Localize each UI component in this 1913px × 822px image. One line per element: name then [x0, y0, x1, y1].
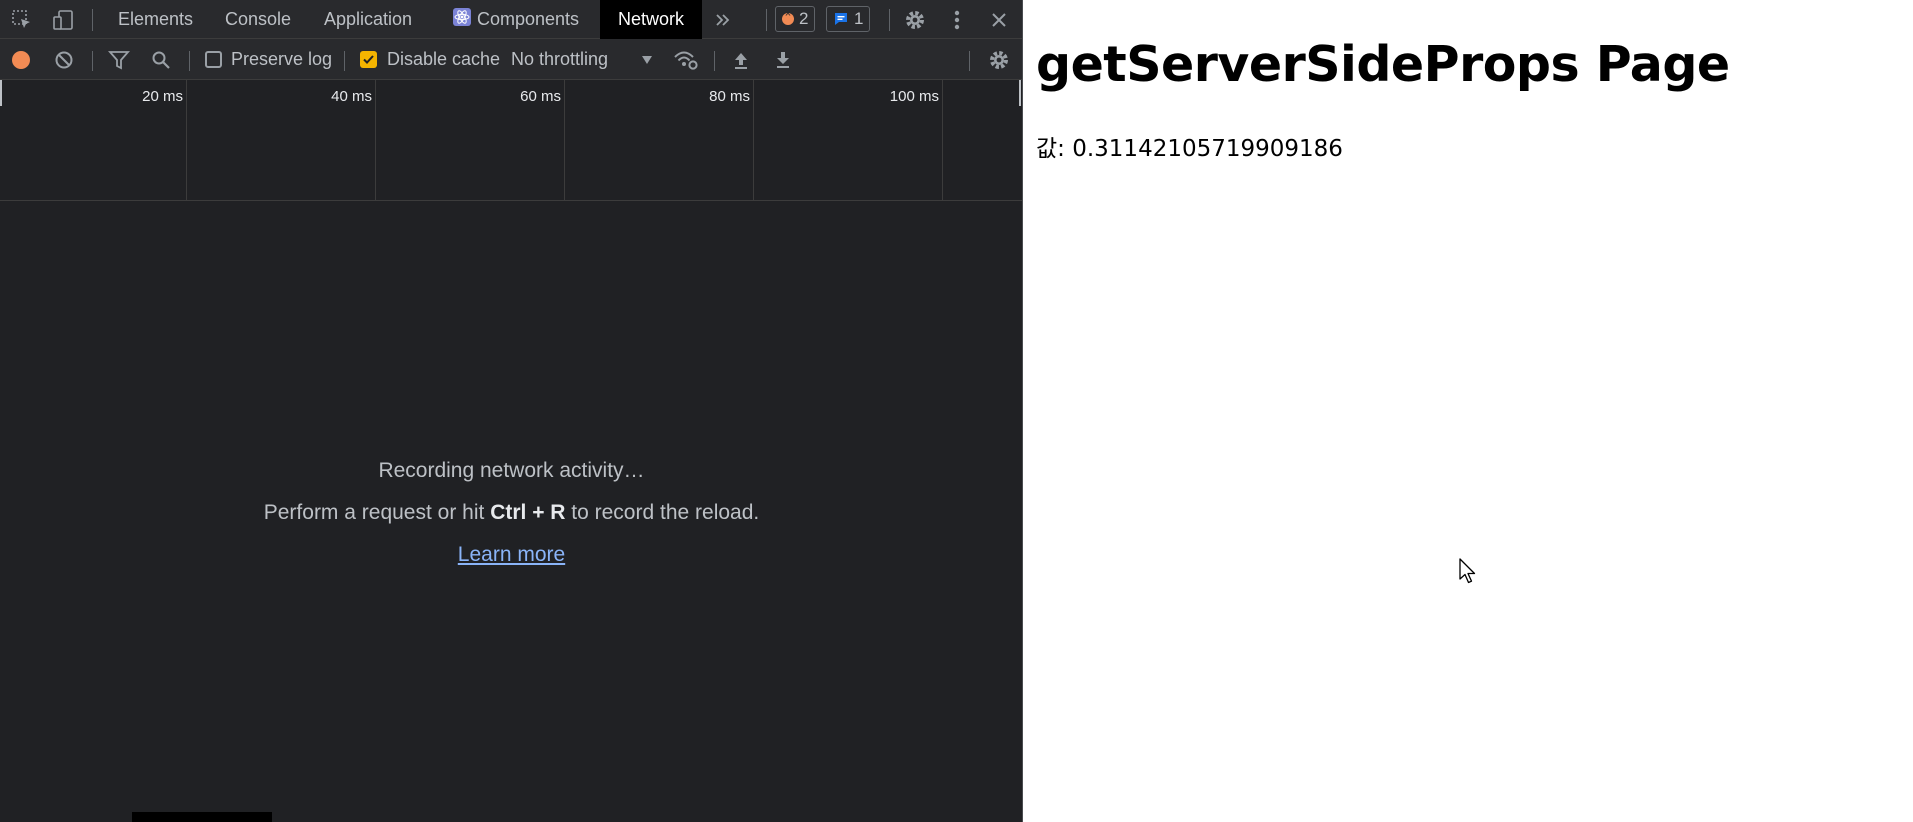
filter-icon — [108, 51, 130, 70]
reload-shortcut: Ctrl + R — [490, 501, 566, 524]
throttling-dropdown-arrow[interactable] — [633, 46, 661, 74]
checkmark-icon — [363, 55, 374, 64]
page-viewport: getServerSideProps Page 값: 0.31142105719… — [1024, 0, 1913, 822]
device-toolbar-icon[interactable] — [50, 7, 76, 33]
more-tabs-chevron-icon[interactable] — [710, 7, 736, 33]
record-icon — [12, 51, 30, 69]
network-settings-button[interactable] — [985, 46, 1013, 74]
messages-badge[interactable]: 1 — [826, 6, 871, 32]
settings-gear-icon[interactable] — [902, 7, 928, 33]
mouse-cursor-icon — [1459, 558, 1479, 591]
clear-icon — [55, 51, 73, 69]
timeline-tick: 60 ms — [520, 88, 561, 105]
tab-components[interactable]: Components — [441, 0, 591, 39]
preserve-log-label[interactable]: Preserve log — [231, 39, 332, 80]
hint-prefix: Perform a request or hit — [263, 501, 491, 524]
react-icon — [453, 1, 471, 40]
tab-network[interactable]: Network — [600, 0, 702, 39]
tab-elements[interactable]: Elements — [106, 0, 205, 39]
preserve-log-checkbox[interactable] — [205, 51, 222, 68]
clear-button[interactable] — [50, 46, 78, 74]
disable-cache-checkbox[interactable] — [360, 51, 377, 68]
gear-icon — [990, 51, 1008, 69]
download-icon — [777, 52, 789, 68]
filter-button[interactable] — [105, 46, 133, 74]
timeline-tick: 80 ms — [709, 88, 750, 105]
timeline-tick: 40 ms — [331, 88, 372, 105]
devtools-tabbar: Elements Console Application Components … — [0, 0, 1022, 39]
error-count: 2 — [799, 9, 809, 28]
search-icon — [152, 51, 170, 69]
tab-console[interactable]: Console — [213, 0, 303, 39]
tab-application[interactable]: Application — [312, 0, 424, 39]
timeline-tick: 100 ms — [889, 88, 939, 105]
kebab-menu-icon[interactable] — [944, 7, 970, 33]
empty-state-title: Recording network activity… — [378, 459, 645, 482]
horizontal-scrollbar-thumb[interactable] — [132, 812, 272, 822]
network-empty-state: Recording network activity… Perform a re… — [0, 450, 1022, 576]
random-value: 값: 0.31142105719909186 — [1036, 136, 1343, 162]
tab-components-label: Components — [477, 9, 580, 29]
timeline-start-marker — [0, 80, 2, 106]
record-button[interactable] — [7, 46, 35, 74]
upload-icon — [735, 53, 747, 69]
wifi-settings-icon — [674, 51, 698, 70]
timeline-tick: 20 ms — [142, 88, 183, 105]
error-icon — [782, 8, 794, 25]
throttling-select[interactable]: No throttling — [511, 39, 608, 80]
network-toolbar: Preserve log Disable cache No throttling — [0, 39, 1022, 80]
message-count: 1 — [854, 9, 864, 28]
page-title: getServerSideProps Page — [1036, 36, 1730, 93]
timeline-overview[interactable]: 20 ms 40 ms 60 ms 80 ms 100 ms — [0, 80, 1022, 201]
errors-badge[interactable]: 2 — [775, 6, 816, 32]
export-har-button[interactable] — [769, 46, 797, 74]
chevron-down-icon — [642, 56, 652, 64]
import-har-button[interactable] — [727, 46, 755, 74]
empty-state-hint: Perform a request or hit Ctrl + R to rec… — [0, 492, 1022, 534]
inspect-element-icon[interactable] — [9, 7, 35, 33]
search-button[interactable] — [147, 46, 175, 74]
timeline-end-marker — [1019, 80, 1021, 106]
disable-cache-label[interactable]: Disable cache — [387, 39, 500, 80]
close-icon[interactable] — [986, 7, 1012, 33]
message-icon — [833, 11, 849, 27]
devtools-panel: Elements Console Application Components … — [0, 0, 1023, 822]
network-conditions-button[interactable] — [672, 46, 700, 74]
learn-more-link[interactable]: Learn more — [458, 543, 565, 566]
hint-suffix: to record the reload. — [565, 501, 760, 524]
